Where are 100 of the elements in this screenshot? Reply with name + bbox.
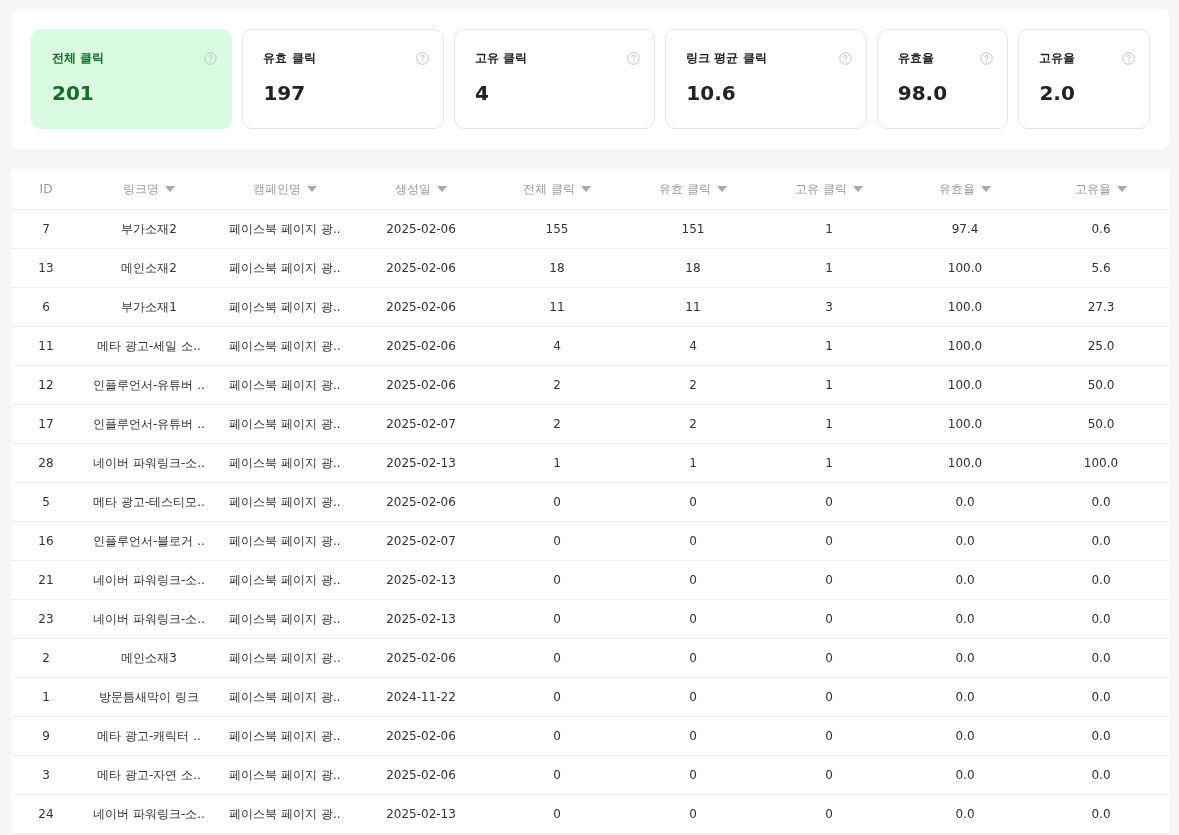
table-cell: 메인소재3 <box>121 649 177 667</box>
table-cell: 24 <box>38 807 54 821</box>
table-cell: 25.0 <box>1087 339 1115 353</box>
table-cell: 50.0 <box>1087 417 1115 431</box>
table-cell: 0.0 <box>1091 573 1111 587</box>
table-cell: 인플루언서-유튜버 .. <box>93 376 205 394</box>
column-header[interactable]: 고유율 <box>1075 180 1127 198</box>
sort-caret-icon[interactable] <box>716 185 727 193</box>
sort-caret-icon[interactable] <box>981 185 991 193</box>
stat-value: 98.0 <box>897 81 949 105</box>
table-cell: 2 <box>553 417 561 431</box>
sort-caret-icon[interactable] <box>580 185 591 193</box>
table-cell: 2 <box>689 417 697 431</box>
table-cell: 100.0 <box>947 378 983 392</box>
column-header[interactable]: ID <box>39 182 53 196</box>
table-cell: 0.0 <box>955 573 975 587</box>
table-cell: 1 <box>553 456 561 470</box>
table-cell: 28 <box>38 456 54 470</box>
table-cell: 1 <box>825 222 833 236</box>
column-header[interactable]: 유효율 <box>939 180 991 198</box>
table-cell: 1 <box>825 339 833 353</box>
help-icon[interactable] <box>980 52 994 65</box>
table-cell: 페이스북 페이지 광.. <box>229 376 341 394</box>
table-cell: 2025-02-07 <box>386 534 456 548</box>
table-cell: 9 <box>42 729 50 743</box>
table-cell: 0.6 <box>1091 222 1111 236</box>
table-cell: 2025-02-13 <box>386 456 456 470</box>
table-cell: 18 <box>685 261 701 275</box>
table-cell: 페이스북 페이지 광.. <box>229 766 341 784</box>
table-cell: 0.0 <box>1091 690 1111 704</box>
table-cell: 2025-02-07 <box>386 417 456 431</box>
table-cell: 메타 광고-캐릭터 .. <box>97 727 201 745</box>
help-icon[interactable] <box>627 52 641 65</box>
column-header[interactable]: 링크명 <box>123 180 175 198</box>
table-cell: 11 <box>38 339 54 353</box>
table-cell: 0 <box>553 768 561 782</box>
table-cell: 0 <box>553 690 561 704</box>
table-cell: 2025-02-06 <box>386 261 456 275</box>
table-cell: 페이스북 페이지 광.. <box>229 454 341 472</box>
sort-caret-icon[interactable] <box>165 185 175 193</box>
table-cell: 네이버 파워링크-소.. <box>93 571 205 589</box>
table-cell: 1 <box>825 417 833 431</box>
help-icon[interactable] <box>204 52 218 65</box>
help-icon[interactable] <box>838 52 852 65</box>
column-header[interactable]: 생성일 <box>395 180 447 198</box>
table-cell: 부가소재2 <box>121 220 177 238</box>
help-icon[interactable] <box>1122 52 1135 65</box>
table-cell: 13 <box>38 261 54 275</box>
stat-label: 고유 클릭 <box>474 50 528 67</box>
table-cell: 1 <box>825 378 833 392</box>
stat-card[interactable]: 고유율 2.0 <box>1018 29 1150 129</box>
table-cell: 메인소재2 <box>121 259 177 277</box>
table-cell: 0 <box>689 729 697 743</box>
table-cell: 11 <box>549 300 565 314</box>
table-cell: 0 <box>553 534 561 548</box>
table-cell: 0 <box>689 768 697 782</box>
table-cell: 2025-02-06 <box>386 378 456 392</box>
table-cell: 1 <box>42 690 50 704</box>
stat-card[interactable]: 유효 클릭 197 <box>242 29 444 129</box>
table-cell: 97.4 <box>951 222 979 236</box>
table-cell: 인플루언서-유튜버 .. <box>93 415 205 433</box>
table-cell: 2025-02-06 <box>386 339 456 353</box>
table-cell: 50.0 <box>1087 378 1115 392</box>
stat-card[interactable]: 고유 클릭 4 <box>453 29 656 129</box>
table-cell: 0.0 <box>955 651 975 665</box>
table-cell: 11 <box>685 300 701 314</box>
sort-caret-icon[interactable] <box>1117 185 1127 193</box>
help-icon[interactable] <box>415 52 429 65</box>
table-cell: 페이스북 페이지 광.. <box>229 415 341 433</box>
stat-card[interactable]: 전체 클릭 201 <box>31 29 233 129</box>
table-cell: 155 <box>545 222 569 236</box>
table-cell: 2025-02-13 <box>386 573 456 587</box>
table-cell: 0.0 <box>955 612 975 626</box>
sort-caret-icon[interactable] <box>852 185 863 193</box>
sort-caret-icon[interactable] <box>437 185 447 193</box>
table-cell: 0 <box>553 729 561 743</box>
table-cell: 23 <box>38 612 54 626</box>
table-cell: 0 <box>689 807 697 821</box>
table-cell: 0 <box>825 768 833 782</box>
table-cell: 16 <box>38 534 54 548</box>
sort-caret-icon[interactable] <box>307 185 317 193</box>
column-header[interactable]: 유효 클릭 <box>659 180 727 198</box>
column-header[interactable]: 캠페인명 <box>253 180 317 198</box>
stat-value: 10.6 <box>686 81 737 105</box>
table-cell: 0.0 <box>1091 495 1111 509</box>
table-cell: 27.3 <box>1087 300 1115 314</box>
column-header[interactable]: 고유 클릭 <box>795 180 863 198</box>
table-cell: 100.0 <box>1083 456 1119 470</box>
table-cell: 0 <box>825 495 833 509</box>
stat-card[interactable]: 유효율 98.0 <box>876 29 1009 129</box>
column-header[interactable]: 전체 클릭 <box>523 180 591 198</box>
stat-card[interactable]: 링크 평균 클릭 10.6 <box>665 29 867 129</box>
table-cell: 0 <box>689 495 697 509</box>
table-cell: 페이스북 페이지 광.. <box>229 220 341 238</box>
table-cell: 페이스북 페이지 광.. <box>229 688 341 706</box>
table-cell: 0 <box>689 612 697 626</box>
table-cell: 0 <box>825 651 833 665</box>
table-cell: 100.0 <box>947 300 983 314</box>
stat-value: 2.0 <box>1039 81 1076 105</box>
table-cell: 2 <box>689 378 697 392</box>
